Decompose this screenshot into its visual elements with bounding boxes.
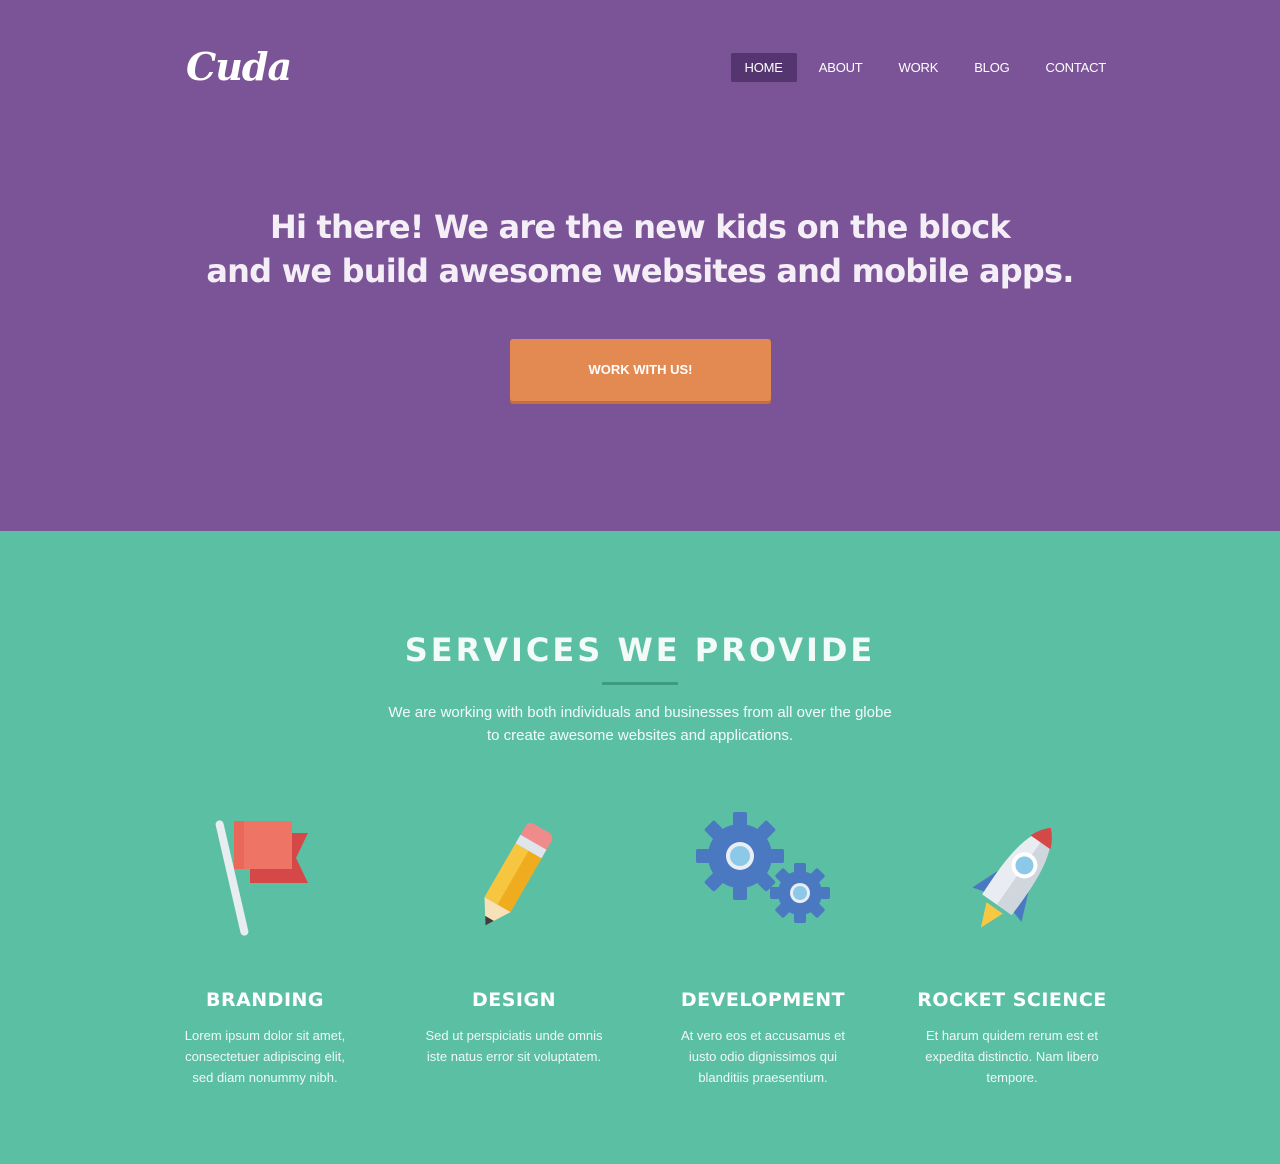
services-divider [602,682,678,685]
hero-headline: Hi there! We are the new kids on the blo… [0,205,1280,293]
services-intro-line-2: to create awesome websites and applicati… [486,727,793,744]
service-rocket-science: ROCKET SCIENCE Et harum quidem rerum est… [902,811,1122,1088]
service-title: BRANDING [205,989,325,1011]
work-with-us-button[interactable]: WORK WITH US! [510,339,771,401]
flag-icon [215,820,308,936]
pencil-icon [484,823,553,926]
nav-item-about[interactable]: ABOUT [805,53,877,82]
main-nav: HOME ABOUT WORK BLOG CONTACT [730,53,1120,82]
services-intro-line-1: We are working with both individuals and… [388,704,892,721]
service-text: At vero eos et accusamus et iusto odio d… [680,1028,846,1085]
service-design: DESIGN Sed ut perspiciatis unde omnis is… [404,811,624,1067]
nav-item-blog[interactable]: BLOG [960,53,1023,82]
service-text: Sed ut perspiciatis unde omnis iste natu… [425,1028,603,1064]
gears-icon [696,812,830,923]
nav-item-home[interactable]: HOME [730,53,797,82]
service-branding: BRANDING Lorem ipsum dolor sit amet, con… [155,811,375,1088]
service-text: Lorem ipsum dolor sit amet, consectetuer… [184,1028,346,1085]
service-text: Et harum quidem rerum est et expedita di… [925,1028,1099,1085]
service-title: DESIGN [471,989,556,1011]
service-title: ROCKET SCIENCE [917,989,1107,1011]
service-title: DEVELOPMENT [680,989,846,1011]
rocket-icon [972,827,1052,928]
services-intro: We are working with both individuals and… [340,701,940,747]
logo[interactable]: Cuda [186,44,292,90]
hero-section: Cuda HOME ABOUT WORK BLOG CONTACT Hi the… [0,0,1280,531]
service-development: DEVELOPMENT At vero eos et accusamus et … [653,811,873,1088]
nav-item-contact[interactable]: CONTACT [1032,53,1120,82]
services-section: SERVICES WE PROVIDE We are working with … [0,531,1280,1164]
hero-headline-line-1: Hi there! We are the new kids on the blo… [270,208,1011,246]
nav-item-work[interactable]: WORK [885,53,953,82]
hero-headline-line-2: and we build awesome websites and mobile… [206,252,1074,290]
services-title: SERVICES WE PROVIDE [404,631,876,669]
